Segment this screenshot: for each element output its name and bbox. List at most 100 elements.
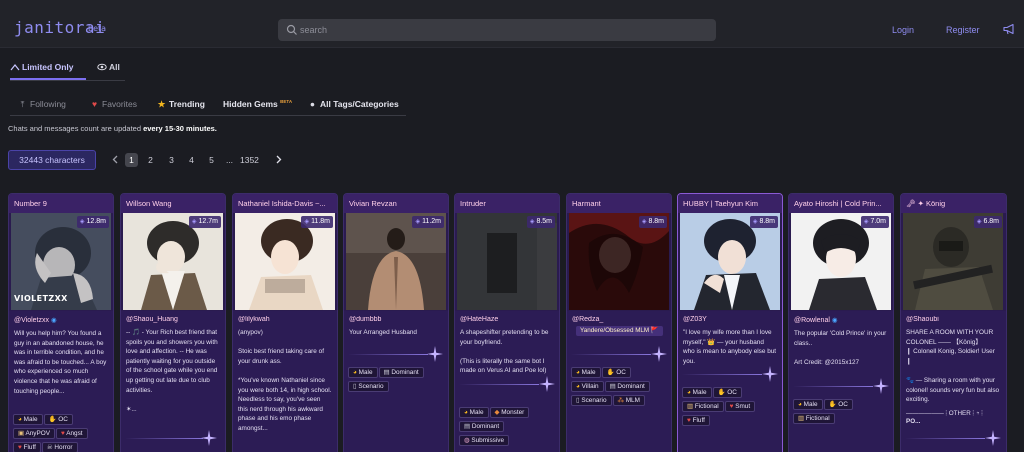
card-title: Ayato Hiroshi | Cold Prin... <box>789 194 893 213</box>
card-title: Intruder <box>455 194 559 213</box>
card-description: Your Arranged Husband <box>349 329 417 336</box>
chat-icon: ◈ <box>304 219 310 225</box>
category-favorites[interactable]: ♥ Favorites <box>90 99 137 109</box>
character-card[interactable]: 🗝 ✦ König ◈ 6.8m @Shaoubi SHARE A ROOM WI… <box>900 193 1007 452</box>
tag-label: Male <box>581 369 596 376</box>
creator-handle[interactable]: @dumbbb <box>349 316 443 323</box>
tag[interactable]: ◆ Monster <box>489 407 530 418</box>
creator-handle[interactable]: @lilykwah <box>238 316 332 323</box>
tag-list: ◕ Male ✋ OC ▣ AnyPOV ♥ Angst ♥ Fluff ☠ Horr… <box>13 414 89 452</box>
character-card[interactable]: Harmant ◈ 8.8m @Redza_ Yandere/Obsessed M… <box>566 193 672 452</box>
card-description: SHARE A ROOM WITH YOUR COLONEL —— 【König… <box>906 329 1000 404</box>
creator-handle[interactable]: @Shaou_Huang <box>126 316 220 323</box>
tag[interactable]: ▤ Dominant <box>378 367 424 378</box>
tag[interactable]: ▯ Scenario <box>571 395 612 406</box>
category-following[interactable]: ⤒ Following <box>18 99 66 110</box>
creator-handle[interactable]: @Redza_ <box>572 316 666 323</box>
card-description: (anypov) Stoic best friend taking care o… <box>238 329 332 432</box>
tag[interactable]: ◕ Male <box>682 387 712 398</box>
card-title: HUBBY | Taehyun Kim <box>678 194 782 213</box>
tag[interactable]: ▤ Dominant <box>604 381 650 392</box>
tag[interactable]: ✋ OC <box>601 367 631 378</box>
tag[interactable]: ⁂ MLM <box>612 395 645 406</box>
character-card[interactable]: HUBBY | Taehyun Kim ◈ 8.8m @Z03Y "I love … <box>677 193 783 452</box>
creator-handle[interactable]: @Shaoubi <box>906 316 1001 323</box>
category-divider <box>10 115 406 116</box>
page-5[interactable]: 5 <box>205 153 218 167</box>
tag[interactable]: ▯ Scenario <box>348 381 389 392</box>
character-card[interactable]: Willson Wang ◈ 12.7m @Shaou_Huang -- 🎵 - … <box>120 193 226 452</box>
character-card[interactable]: Intruder ◈ 8.5m @HateHaze A shapeshifter … <box>454 193 560 452</box>
category-hidden-gems[interactable]: Hidden Gems BETA <box>223 99 292 109</box>
tag[interactable]: ☠ Horror <box>41 442 78 452</box>
male-icon: ◕ <box>798 401 802 408</box>
notice-emphasis: every 15-30 minutes. <box>143 124 217 133</box>
tag[interactable]: ◍ Submissive <box>459 435 510 446</box>
register-link[interactable]: Register <box>946 25 980 35</box>
tag-label: AnyPOV <box>25 430 50 437</box>
book-icon: ▥ <box>687 403 694 410</box>
character-card[interactable]: Nathaniel Ishida-Davis ~... ◈ 11.8m @lily… <box>232 193 338 452</box>
tag[interactable]: ▣ AnyPOV <box>13 428 55 439</box>
prev-page-icon[interactable] <box>108 153 121 167</box>
category-all-tags[interactable]: ● All Tags/Categories <box>308 99 399 109</box>
category-trending[interactable]: ★ Trending <box>157 99 205 110</box>
chat-count-value: 12.7m <box>198 218 218 225</box>
tag[interactable]: ♥ Smut <box>724 401 756 412</box>
tag[interactable]: ▥ Fictional <box>682 401 724 412</box>
page-2[interactable]: 2 <box>144 153 157 167</box>
creator-handle[interactable]: @HateHaze <box>460 316 554 323</box>
tag[interactable]: ♥ Fluff <box>682 415 710 426</box>
sparkle-icon <box>762 366 778 382</box>
tab-all[interactable]: All <box>97 62 120 72</box>
chat-count-value: 6.8m <box>983 218 999 225</box>
tab-limited-only[interactable]: Limited Only <box>10 62 73 72</box>
megaphone-icon[interactable] <box>1003 23 1016 35</box>
tag[interactable]: ◕ Male <box>13 414 43 425</box>
special-tag: Yandere/Obsessed MLM 🚩 <box>576 326 663 336</box>
update-notice: Chats and messages count are updated eve… <box>8 124 217 133</box>
character-card[interactable]: Number 9 VIOLETZXX ◈ 12.8m @Violetzxx ◉ W… <box>8 193 114 452</box>
tag[interactable]: ▥ Fictional <box>793 413 835 424</box>
creator-name: @Shaoubi <box>906 316 939 323</box>
tag[interactable]: ✋ OC <box>712 387 742 398</box>
tag[interactable]: ◕ Male <box>459 407 489 418</box>
login-link[interactable]: Login <box>892 25 914 35</box>
creator-handle[interactable]: @Z03Y <box>683 316 777 323</box>
creator-handle[interactable]: @Violetzxx ◉ <box>14 316 108 324</box>
tag[interactable]: ✋ OC <box>43 414 73 425</box>
tag[interactable]: ◕ Male <box>348 367 378 378</box>
scenario-icon: ▯ <box>576 397 580 404</box>
page-1[interactable]: 1 <box>125 153 138 167</box>
tag[interactable]: ▤ Dominant <box>459 421 505 432</box>
card-footer-divider: —————— ⦙ OTHER ⦙ ◔ ⦙ <box>906 410 983 417</box>
tag-label: Scenario <box>581 397 607 404</box>
page-last[interactable]: 1352 <box>240 153 259 167</box>
search-bar[interactable] <box>278 19 716 41</box>
tag-label: Dominant <box>617 383 645 390</box>
next-page-icon[interactable] <box>272 153 285 167</box>
tag[interactable]: ♥ Angst <box>56 428 88 439</box>
hands-icon: ✋ <box>717 389 726 396</box>
character-card[interactable]: Ayato Hiroshi | Cold Prin... ◈ 7.0m @Rowl… <box>788 193 894 452</box>
villain-icon: ◕ <box>576 383 580 390</box>
tag[interactable]: ◕ Male <box>793 399 823 410</box>
page-3[interactable]: 3 <box>165 153 178 167</box>
tag[interactable]: ◕ Villain <box>571 381 604 392</box>
tag[interactable]: ✋ OC <box>823 399 853 410</box>
tag[interactable]: ♥ Fluff <box>13 442 41 452</box>
chat-count: ◈ 8.8m <box>749 216 778 228</box>
footer-subtext: PO... <box>906 418 921 425</box>
tag[interactable]: ◕ Male <box>571 367 601 378</box>
tag-label: Smut <box>735 403 751 410</box>
page-4[interactable]: 4 <box>185 153 198 167</box>
category-trending-label: Trending <box>169 99 205 109</box>
dominant-icon: ▤ <box>383 369 390 376</box>
character-card[interactable]: Vivian Revzan ◈ 11.2m @dumbbb Your Arrang… <box>343 193 449 452</box>
search-input[interactable] <box>300 22 700 38</box>
creator-handle[interactable]: @Rowlenal ◉ <box>794 316 888 324</box>
page-ellipsis: ... <box>225 155 234 165</box>
creator-name: @Rowlenal <box>794 317 830 324</box>
card-description: The popular 'Cold Prince' in your class.… <box>794 330 887 366</box>
chat-count: ◈ 12.7m <box>188 216 221 228</box>
